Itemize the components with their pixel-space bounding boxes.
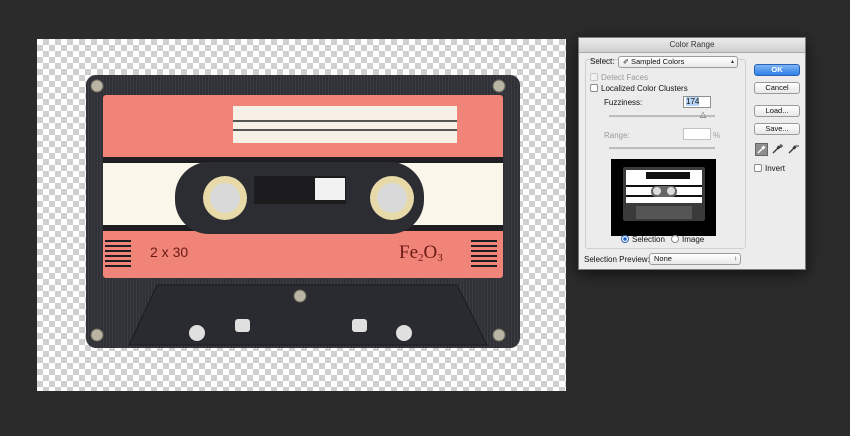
range-slider-track[interactable] xyxy=(609,147,715,150)
save-button[interactable]: Save... xyxy=(754,123,800,135)
select-value: Sampled Colors xyxy=(630,57,685,66)
radio-selection-label: Selection xyxy=(632,235,665,244)
detect-faces-label: Detect Faces xyxy=(601,73,649,82)
radio-image-label: Image xyxy=(682,235,705,244)
chevron-updown-icon: ▴ xyxy=(730,59,734,65)
range-label: Range: xyxy=(604,131,630,140)
invert-checkbox[interactable] xyxy=(754,164,762,172)
cancel-button[interactable]: Cancel xyxy=(754,82,800,94)
screw xyxy=(90,79,104,93)
load-button[interactable]: Load... xyxy=(754,105,800,117)
range-unit: % xyxy=(713,131,721,140)
selection-preview-thumbnail xyxy=(611,159,716,236)
screw xyxy=(492,328,506,342)
label-writing-area xyxy=(233,106,457,143)
range-input[interactable] xyxy=(683,128,711,140)
eyedropper-minus-icon[interactable] xyxy=(787,143,800,156)
shell-hole xyxy=(352,319,367,332)
chevron-updown-icon: ↕ xyxy=(734,256,737,262)
cassette-bottom-panel xyxy=(128,284,488,346)
screw xyxy=(492,79,506,93)
cassette-image: 2 x 30 Fe2O3 xyxy=(86,75,520,348)
document-canvas[interactable]: 2 x 30 Fe2O3 xyxy=(37,39,566,391)
select-label: Select: xyxy=(590,57,615,66)
selection-preview-popup[interactable]: None ↕ xyxy=(649,253,741,265)
fuzziness-input[interactable]: 174 xyxy=(683,96,711,108)
shell-hole xyxy=(396,325,412,341)
fuzziness-slider-thumb[interactable]: △ xyxy=(700,110,706,119)
localized-clusters-label: Localized Color Clusters xyxy=(601,84,688,93)
select-popup[interactable]: ✐ Sampled Colors ▴ xyxy=(618,56,738,68)
label-left-text: 2 x 30 xyxy=(150,244,188,260)
detect-faces-checkbox[interactable] xyxy=(590,73,598,81)
ok-button[interactable]: OK xyxy=(754,64,800,76)
color-range-dialog: Color Range Select: ✐ Sampled Colors ▴ D… xyxy=(578,37,806,270)
radio-selection[interactable] xyxy=(621,235,629,243)
fuzziness-label: Fuzziness: xyxy=(604,98,643,107)
shell-hole xyxy=(189,325,205,341)
screw xyxy=(293,289,307,303)
dialog-title[interactable]: Color Range xyxy=(579,38,805,53)
localized-clusters-checkbox[interactable] xyxy=(590,84,598,92)
invert-label: Invert xyxy=(765,164,786,173)
shell-hole xyxy=(235,319,250,332)
screw xyxy=(90,328,104,342)
eyedropper-icon: ✐ xyxy=(623,59,629,66)
selection-preview-value: None xyxy=(654,254,672,263)
selection-preview-label: Selection Preview: xyxy=(584,255,650,264)
radio-image[interactable] xyxy=(671,235,679,243)
eyedropper-icon[interactable] xyxy=(755,143,768,156)
eyedropper-plus-icon[interactable] xyxy=(771,143,784,156)
